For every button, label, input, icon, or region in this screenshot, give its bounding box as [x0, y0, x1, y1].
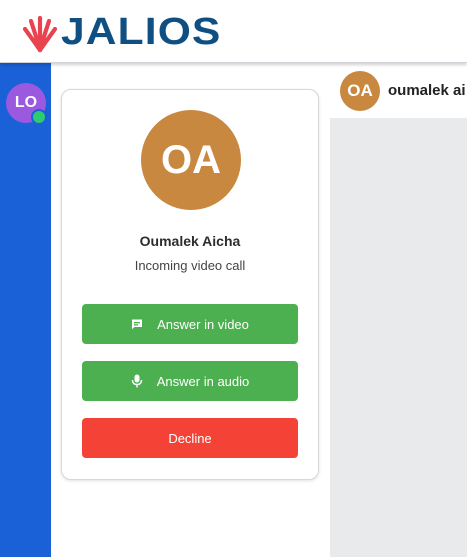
decline-button[interactable]: Decline: [82, 418, 298, 458]
conversation-avatar: OA: [340, 70, 380, 111]
caller-name: Oumalek Aicha: [139, 233, 241, 249]
chat-bubble-icon: [131, 318, 143, 330]
answer-audio-button[interactable]: Answer in audio: [82, 361, 298, 401]
conversation-header[interactable]: OA oumalek ai: [330, 63, 467, 118]
conversation-pane: [330, 118, 467, 557]
app-header: JALIOS: [0, 0, 467, 63]
call-status: Incoming video call: [134, 258, 246, 273]
decline-label: Decline: [168, 430, 212, 446]
sidebar: LO: [0, 63, 51, 557]
conversation-name: oumalek ai: [388, 82, 466, 99]
caller-avatar: OA: [141, 110, 241, 210]
jalios-fan-icon: [22, 10, 58, 54]
jalios-logo[interactable]: JALIOS: [22, 10, 220, 54]
answer-video-button[interactable]: Answer in video: [82, 304, 298, 344]
answer-audio-label: Answer in audio: [156, 373, 250, 389]
microphone-icon: [131, 374, 143, 388]
answer-video-label: Answer in video: [157, 316, 249, 332]
incoming-call-card: OA Oumalek Aicha Incoming video call Ans…: [61, 89, 319, 480]
presence-indicator: [31, 109, 47, 125]
app: JALIOS LO OA oumalek ai OA Oumalek Aicha…: [0, 0, 467, 557]
logo-text: JALIOS: [61, 11, 222, 53]
